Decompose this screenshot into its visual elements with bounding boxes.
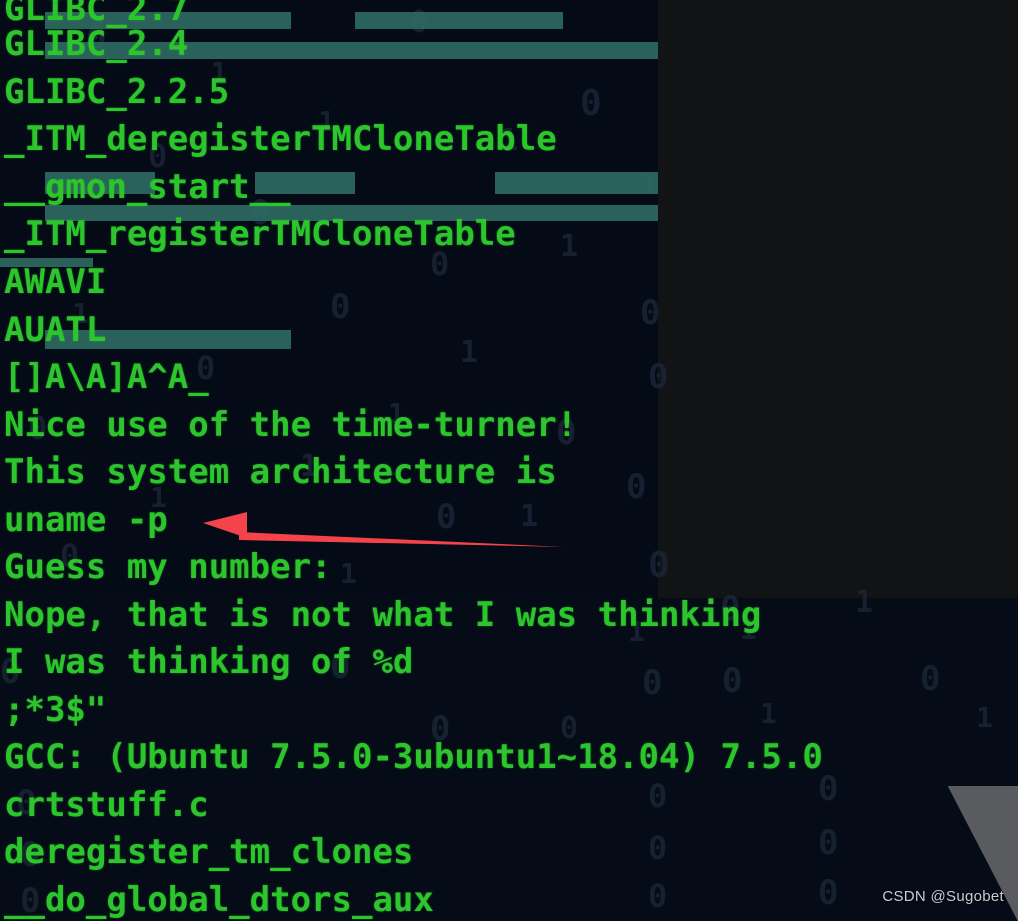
terminal-line: GLIBC_2.7 (4, 0, 189, 29)
terminal-line: crtstuff.c (4, 785, 209, 825)
terminal-line: uname -p (4, 500, 168, 540)
terminal-line: GLIBC_2.2.5 (4, 72, 230, 112)
terminal-line: _ITM_registerTMCloneTable (4, 214, 516, 254)
terminal-line: []A\A]A^A_ (4, 357, 209, 397)
terminal-line: deregister_tm_clones (4, 832, 414, 872)
terminal-line: Nice use of the time-turner! (4, 405, 578, 445)
terminal-line: AWAVI (4, 262, 107, 302)
terminal-line: GCC: (Ubuntu 7.5.0-3ubuntu1~18.04) 7.5.0 (4, 737, 823, 777)
terminal-screenshot: 0100101010100110010010101001011100000110… (0, 0, 1018, 921)
terminal-line: Guess my number: (4, 547, 332, 587)
terminal-line: ;*3$" (4, 690, 107, 730)
terminal-line: This system architecture is (4, 452, 557, 492)
terminal-line: _ITM_deregisterTMCloneTable (4, 119, 557, 159)
terminal-line: GLIBC_2.4 (4, 24, 189, 64)
terminal-line: __gmon_start__ (4, 167, 291, 207)
terminal-line: I was thinking of %d (4, 642, 414, 682)
terminal-line: Nope, that is not what I was thinking (4, 595, 762, 635)
terminal-line: AUATL (4, 310, 107, 350)
terminal-text-layer[interactable]: GLIBC_2.7 GLIBC_2.4 GLIBC_2.2.5 _ITM_deregi… (0, 0, 1018, 921)
csdn-watermark: CSDN @Sugobet (882, 888, 1004, 905)
terminal-line: __do_global_dtors_aux (4, 880, 434, 920)
